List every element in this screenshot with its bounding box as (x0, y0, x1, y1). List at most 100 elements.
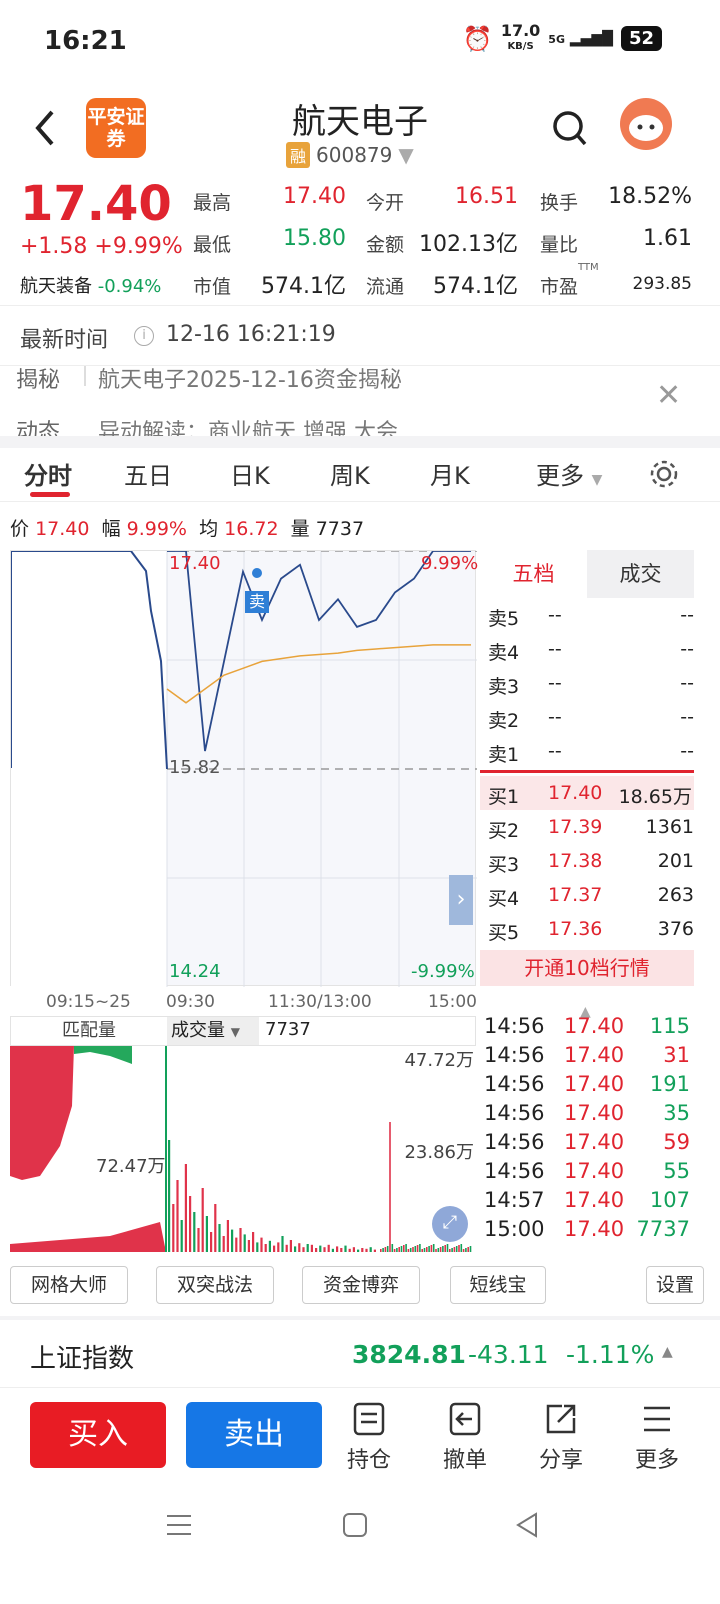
fullscreen-icon[interactable]: ⤢ (432, 1206, 468, 1242)
tab-more[interactable]: 更多 ▼ (536, 456, 602, 491)
volume-bar (380, 1249, 382, 1252)
trade-action-bar: 买入 卖出 持仓 撤单 分享 更多 (0, 1392, 720, 1488)
news-tag: 动态 (16, 420, 61, 436)
double-breakout-button[interactable]: 双突战法 (156, 1266, 274, 1304)
volume-half-label: 23.86万 (404, 1142, 474, 1163)
volume-max-label: 47.72万 (404, 1050, 474, 1071)
chevron-down-icon: ▼ (591, 472, 603, 488)
index-ticker[interactable]: 上证指数 3824.81 -43.11 -1.11% ▲ (0, 1322, 720, 1388)
intraday-chart[interactable]: 17.40 9.99% 15.82 14.24 -9.99% 卖 › (10, 550, 478, 987)
stock-name: 航天电子 (292, 102, 428, 142)
menu-icon[interactable] (164, 1510, 194, 1540)
fund-game-button[interactable]: 资金博弈 (302, 1266, 420, 1304)
volume-bar (340, 1248, 343, 1252)
chevron-right-icon[interactable]: › (449, 875, 473, 925)
chevron-down-icon: ▼ (398, 143, 414, 167)
volume-value: 7737 (265, 1019, 311, 1040)
search-icon[interactable] (552, 110, 588, 148)
trade-list: ▲ 14:56 17.40 115 14:56 17.40 31 14:56 17.40 1… (480, 1004, 694, 1252)
info-icon[interactable]: i (134, 326, 154, 346)
volume-bar (393, 1249, 396, 1252)
quote-panel: 17.40 +1.58 +9.99% 航天装备 -0.94% 最高 17.40 … (0, 176, 720, 306)
trade-marker-dot (252, 568, 262, 578)
bid-row: 买1 17.40 18.65万 (480, 776, 694, 810)
close-icon[interactable]: ✕ (656, 378, 681, 413)
volume-bar (373, 1249, 376, 1252)
volume-bar (467, 1247, 469, 1252)
upgrade-level10-button[interactable]: 开通10档行情 (480, 950, 694, 986)
volume-bar (357, 1249, 360, 1252)
volume-bar (389, 1122, 391, 1252)
assistant-face-icon (629, 115, 663, 141)
latest-time-bar: 最新时间 i 12-16 16:21:19 (0, 310, 720, 366)
news-ticker[interactable]: 揭秘 航天电子2025-12-16资金揭秘 动态 异动解读：商业航天 增强 大会… (0, 366, 720, 436)
cancel-order-button[interactable]: 撤单 (430, 1402, 500, 1474)
field-value: 574.1亿 (261, 274, 346, 299)
news-text: 异动解读：商业航天 增强 大会 (98, 420, 398, 436)
settings-button[interactable]: 设置 (646, 1266, 704, 1304)
volume-bar (405, 1244, 407, 1252)
tab-daily-k[interactable]: 日K (230, 456, 270, 491)
volume-bar (455, 1246, 458, 1252)
tab-weekly-k[interactable]: 周K (330, 456, 370, 491)
news-tag: 揭秘 (16, 368, 61, 393)
chart-low-pct: -9.99% (411, 961, 475, 982)
volume-bar (352, 1247, 355, 1252)
volume-bar (264, 1244, 267, 1252)
trade-row: 15:00 17.40 7737 (484, 1217, 690, 1241)
volume-bar (412, 1247, 414, 1252)
more-button[interactable]: 更多 (622, 1402, 692, 1474)
sell-marker[interactable]: 卖 (245, 591, 269, 613)
trade-row: 14:56 17.40 55 (484, 1159, 690, 1183)
volume-bar (210, 1232, 213, 1252)
tab-trades[interactable]: 成交 (587, 550, 694, 598)
volume-bar (180, 1220, 183, 1252)
volume-bar (197, 1228, 200, 1252)
ask-row: 卖4 -- -- (488, 638, 694, 664)
chart-info-line: 价 17.40 幅 9.99% 均 16.72 量 7737 (10, 518, 365, 540)
volume-bar (302, 1247, 305, 1252)
field-value: 293.85 (632, 274, 692, 294)
volume-bar (176, 1180, 179, 1252)
net-speed: 17.0 KB/S (500, 21, 541, 53)
volume-bar (172, 1204, 175, 1252)
grid-master-button[interactable]: 网格大师 (10, 1266, 128, 1304)
short-line-button[interactable]: 短线宝 (450, 1266, 546, 1304)
field-value: 15.80 (283, 226, 346, 251)
gear-icon[interactable] (648, 458, 680, 490)
volume-bar (214, 1204, 217, 1252)
tab-monthly-k[interactable]: 月K (430, 456, 470, 491)
volume-bar (281, 1236, 284, 1252)
volume-bar (416, 1245, 419, 1252)
tool-buttons: 网格大师 双突战法 资金博弈 短线宝 设置 (0, 1262, 720, 1308)
volume-bar (348, 1248, 351, 1252)
volume-header: 匹配量 成交量 ▼ 7737 (10, 1016, 476, 1046)
tab-intraday[interactable]: 分时 (24, 456, 72, 491)
volume-bar (344, 1245, 347, 1252)
trade-row: 14:56 17.40 35 (484, 1101, 690, 1125)
latest-time-value: 12-16 16:21:19 (166, 322, 336, 347)
stock-code-selector[interactable]: 融 600879 ▼ (286, 142, 414, 168)
share-button[interactable]: 分享 (526, 1402, 596, 1474)
volume-bar (446, 1244, 449, 1252)
volume-bar (315, 1248, 318, 1252)
assistant-avatar[interactable] (620, 98, 672, 150)
chart-mid-label: 15.82 (169, 757, 221, 778)
volume-bar (273, 1245, 276, 1252)
positions-button[interactable]: 持仓 (334, 1402, 404, 1474)
back-icon[interactable] (512, 1510, 542, 1540)
field-label: 金额 (366, 234, 405, 256)
bid-row: 买2 17.39 1361 (488, 816, 694, 842)
volume-bar (243, 1234, 246, 1252)
tab-five-day[interactable]: 五日 (124, 456, 172, 491)
chevron-up-icon[interactable]: ▲ (662, 1344, 673, 1360)
divider (480, 770, 694, 773)
sell-button[interactable]: 卖出 (186, 1402, 322, 1468)
buy-button[interactable]: 买入 (30, 1402, 166, 1468)
volume-bar (432, 1244, 435, 1252)
volume-type-select[interactable]: 成交量 ▼ (167, 1017, 259, 1045)
tab-five-levels[interactable]: 五档 (480, 550, 587, 598)
sector-info[interactable]: 航天装备 -0.94% (20, 272, 161, 298)
menu-icon (644, 1406, 670, 1432)
home-icon[interactable] (340, 1510, 370, 1540)
